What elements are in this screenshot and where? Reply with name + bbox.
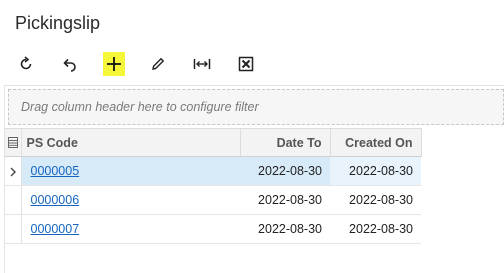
row-selector[interactable] [5, 214, 22, 244]
created-on-cell: 2022-08-30 [330, 156, 421, 186]
table-row[interactable]: 0000005 2022-08-30 2022-08-30 [5, 156, 421, 186]
fit-columns-button[interactable] [188, 50, 216, 78]
ps-code-cell[interactable]: 0000006 [21, 185, 240, 215]
ps-code-cell[interactable]: 0000005 [21, 156, 240, 186]
refresh-icon [18, 56, 34, 72]
ps-code-link[interactable]: 0000007 [31, 222, 80, 236]
column-header-ps-code[interactable]: PS Code [21, 128, 241, 157]
date-to-cell: 2022-08-30 [240, 185, 330, 215]
page-title: Pickingslip [15, 13, 101, 33]
ps-code-link[interactable]: 0000006 [31, 193, 80, 207]
add-button[interactable] [100, 50, 128, 78]
group-by-placeholder: Drag column header here to configure fil… [21, 100, 259, 114]
created-on-cell: 2022-08-30 [330, 214, 421, 244]
pickingslip-table: PS Code Date To Created On 0000005 2022-… [5, 128, 422, 244]
group-by-drop-zone[interactable]: Drag column header here to configure fil… [8, 89, 504, 125]
column-chooser-icon [8, 137, 18, 151]
column-header-date-to[interactable]: Date To [240, 128, 331, 157]
ps-code-cell[interactable]: 0000007 [21, 214, 240, 244]
date-to-cell: 2022-08-30 [240, 156, 330, 186]
ps-code-link[interactable]: 0000005 [31, 164, 80, 178]
refresh-button[interactable] [12, 50, 40, 78]
excel-icon [238, 56, 254, 72]
date-to-cell: 2022-08-30 [240, 214, 330, 244]
table-row[interactable]: 0000007 2022-08-30 2022-08-30 [5, 214, 421, 244]
table-row[interactable]: 0000006 2022-08-30 2022-08-30 [5, 185, 421, 215]
undo-icon [61, 56, 79, 72]
grid-panel: Drag column header here to configure fil… [4, 85, 504, 273]
created-on-cell: 2022-08-30 [330, 185, 421, 215]
edit-button[interactable] [144, 50, 172, 78]
row-selector[interactable] [5, 185, 22, 215]
undo-button[interactable] [56, 50, 84, 78]
row-selector[interactable] [5, 156, 22, 186]
pencil-icon [150, 56, 166, 72]
table-header-row: PS Code Date To Created On [5, 128, 422, 157]
column-header-created-on[interactable]: Created On [330, 128, 422, 157]
toolbar [12, 50, 312, 78]
plus-icon [106, 56, 122, 72]
column-chooser-header[interactable] [5, 128, 22, 157]
fit-width-icon [193, 56, 211, 72]
export-excel-button[interactable] [232, 50, 260, 78]
chevron-right-icon [9, 166, 17, 177]
